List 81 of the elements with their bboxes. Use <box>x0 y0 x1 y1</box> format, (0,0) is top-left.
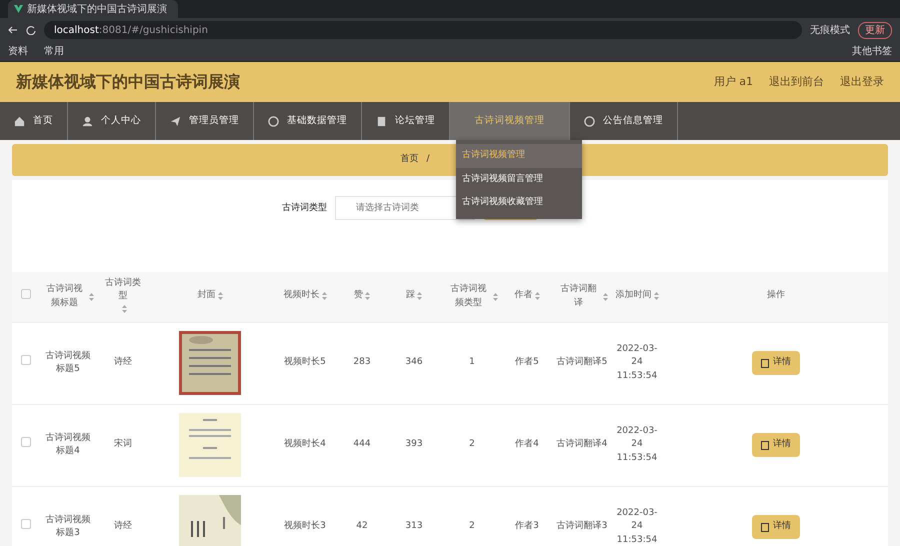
details-button[interactable]: 详情 <box>752 515 800 539</box>
checkbox[interactable] <box>21 289 31 299</box>
sort-icon[interactable] <box>534 292 540 300</box>
table-cell: 古诗词视频标题4 <box>40 404 96 486</box>
circle-icon <box>584 116 595 126</box>
header-link[interactable]: 用户 a1 <box>714 74 753 90</box>
table-cell: 宋词 <box>96 404 150 486</box>
sort-icon[interactable] <box>322 292 326 300</box>
table-cell: 古诗词视频标题5 <box>40 322 96 404</box>
sort-icon[interactable] <box>654 292 658 300</box>
user-icon <box>82 116 93 126</box>
table-cell: 2022-03-24 11:53:54 <box>610 322 664 404</box>
column-header[interactable]: 添加时间 <box>616 289 652 303</box>
header-link[interactable]: 退出登录 <box>840 74 884 90</box>
app-title: 新媒体视域下的中国古诗词展演 <box>16 72 240 92</box>
column-header[interactable]: 踩 <box>406 289 415 303</box>
document-icon <box>761 440 769 450</box>
profile-label[interactable]: 无痕模式 <box>810 22 850 38</box>
home-icon <box>14 116 25 126</box>
table-cell: 诗经 <box>96 322 150 404</box>
bookmark[interactable]: 其他书签 <box>852 44 892 59</box>
send-icon <box>170 116 181 126</box>
table-cell: 作者5 <box>500 322 554 404</box>
table-cell: 2 <box>444 404 500 486</box>
update-button[interactable]: 更新 <box>858 22 892 38</box>
column-header[interactable]: 作者 <box>514 289 532 303</box>
document-icon <box>376 116 387 126</box>
table-cell: 作者4 <box>500 404 554 486</box>
header-link[interactable]: 退出到前台 <box>769 74 824 90</box>
table-cell: 古诗词翻译5 <box>554 322 610 404</box>
table-cell: 视频时长3 <box>270 486 340 546</box>
table-cell: 古诗词视频标题3 <box>40 486 96 546</box>
bookmark[interactable]: 资料 <box>8 44 28 59</box>
column-header[interactable]: 封面 <box>198 289 216 303</box>
reload-icon[interactable] <box>26 25 36 35</box>
dropdown-item[interactable]: 古诗词视频留言管理 <box>456 168 582 191</box>
document-icon <box>761 522 769 532</box>
sort-icon[interactable] <box>122 305 126 314</box>
table-cell: 2022-03-24 11:53:54 <box>610 404 664 486</box>
checkbox[interactable] <box>21 437 31 448</box>
nav-tab[interactable]: 管理员管理 <box>156 102 254 140</box>
search-label: 古诗词类型 <box>282 202 327 215</box>
sort-icon[interactable] <box>218 292 222 300</box>
table-cell: 作者3 <box>500 486 554 546</box>
table-cell: 2022-03-24 11:53:54 <box>610 486 664 546</box>
sort-icon[interactable] <box>365 292 370 300</box>
table-cell: 444 <box>340 404 384 486</box>
details-button[interactable]: 详情 <box>752 433 800 457</box>
table-cell: 346 <box>384 322 444 404</box>
checkbox[interactable] <box>21 519 31 530</box>
circle-icon <box>268 116 279 126</box>
nav-tab[interactable]: 首页 <box>0 102 68 140</box>
table-cell: 视频时长4 <box>270 404 340 486</box>
sort-icon[interactable] <box>602 292 608 301</box>
details-button[interactable]: 详情 <box>752 351 800 375</box>
table-cell: 42 <box>340 486 384 546</box>
sort-icon[interactable] <box>492 292 498 301</box>
breadcrumb-link[interactable]: 首页 <box>400 153 418 167</box>
column-header: 操作 <box>767 289 785 302</box>
table-cell: 古诗词翻译4 <box>554 404 610 486</box>
table-cell: 393 <box>384 404 444 486</box>
table-cell: 视频时长5 <box>270 322 340 404</box>
bookmark[interactable]: 常用 <box>44 44 64 59</box>
document-icon <box>761 358 769 368</box>
column-header[interactable]: 赞 <box>354 289 363 303</box>
table-cell: 2 <box>444 486 500 546</box>
column-header[interactable]: 视频时长 <box>284 289 320 303</box>
checkbox[interactable] <box>21 355 31 366</box>
table-cell: 313 <box>384 486 444 546</box>
table-cell: 283 <box>340 322 384 404</box>
breadcrumb-separator: / <box>426 153 430 166</box>
nav-tab[interactable]: 基础数据管理 <box>254 102 362 140</box>
table-cell: 古诗词翻译3 <box>554 486 610 546</box>
back-icon[interactable] <box>8 25 18 35</box>
table-cell: 1 <box>444 322 500 404</box>
sort-icon[interactable] <box>88 292 94 301</box>
v-logo-icon <box>14 5 23 13</box>
address-bar[interactable]: localhost:8081/#/gushicishipin <box>44 21 802 39</box>
table-cell: 诗经 <box>96 486 150 546</box>
sort-icon[interactable] <box>417 292 422 300</box>
nav-tab[interactable]: 个人中心 <box>68 102 156 140</box>
